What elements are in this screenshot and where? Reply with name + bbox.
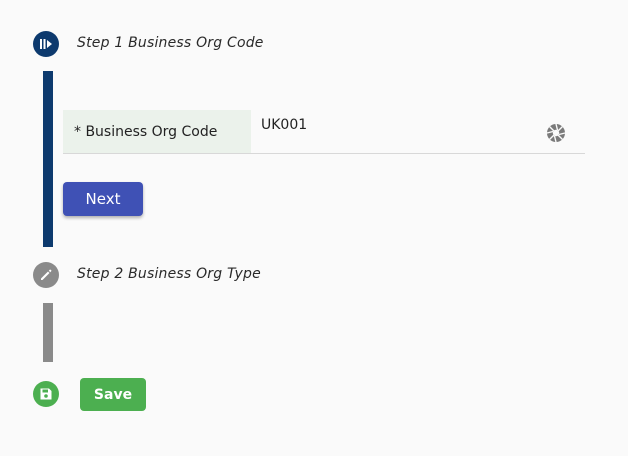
step-2-connector (43, 303, 53, 362)
business-org-code-field: * Business Org Code (63, 110, 585, 154)
next-button[interactable]: Next (63, 182, 143, 216)
pencil-icon (33, 262, 59, 288)
step-active-icon (33, 31, 59, 57)
stepper-form: Step 1 Business Org Code * Business Org … (0, 0, 628, 456)
floppy-disk-icon (33, 381, 59, 407)
step-2-title: Step 2 Business Org Type (77, 266, 261, 282)
business-org-code-label: * Business Org Code (63, 110, 251, 153)
step-1-title: Step 1 Business Org Code (77, 35, 264, 51)
business-org-code-input[interactable] (261, 115, 531, 135)
step-1-connector (43, 71, 53, 247)
save-button[interactable]: Save (80, 378, 146, 411)
aperture-icon[interactable] (546, 123, 566, 143)
